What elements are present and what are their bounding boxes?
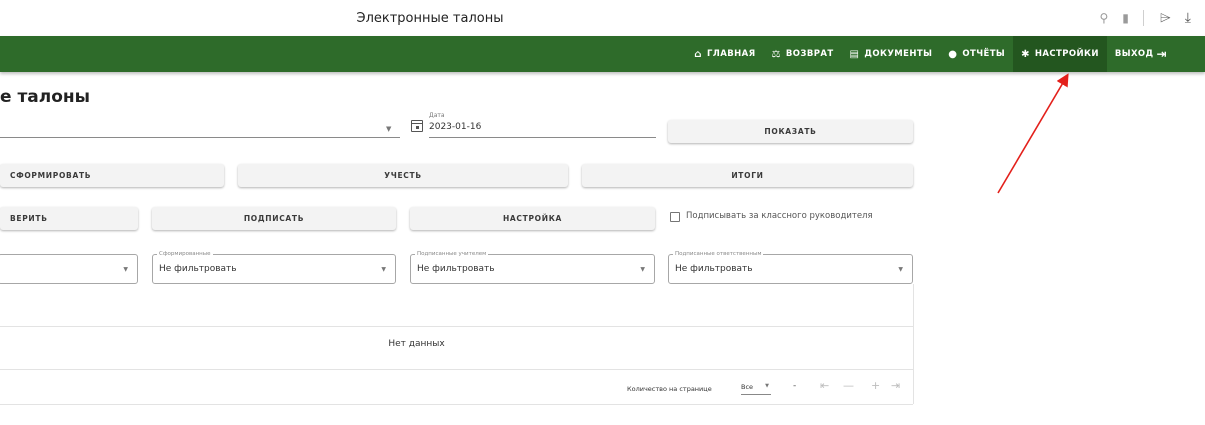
annotation-arrow bbox=[997, 73, 1069, 194]
